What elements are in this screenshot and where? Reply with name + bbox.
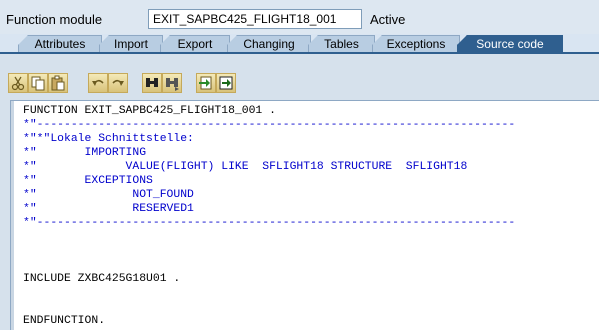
tab-changing[interactable]: Changing (227, 35, 311, 53)
find-next-icon[interactable] (162, 73, 182, 93)
function-module-input[interactable] (148, 9, 362, 29)
tab-strip: Attributes Import Export Changing Tables… (0, 34, 599, 53)
pattern-icon[interactable] (216, 73, 236, 93)
code-line: *" RESERVED1 (23, 203, 194, 215)
code-line: INCLUDE ZXBC425G18U01 . (23, 273, 181, 285)
code-lines: FUNCTION EXIT_SAPBC425_FLIGHT18_001 . *"-… (23, 104, 515, 328)
tab-exceptions[interactable]: Exceptions (372, 35, 460, 53)
code-line: *" EXCEPTIONS (23, 175, 153, 187)
code-line: *" VALUE(FLIGHT) LIKE SFLIGHT18 STRUCTUR… (23, 161, 468, 173)
abap-code-editor[interactable]: FUNCTION EXIT_SAPBC425_FLIGHT18_001 . *"-… (10, 100, 599, 330)
tab-tables[interactable]: Tables (308, 35, 375, 53)
status-label: Active (370, 12, 406, 27)
code-line: *"--------------------------------------… (23, 119, 516, 131)
function-module-label: Function module (6, 12, 103, 27)
tab-export[interactable]: Export (160, 35, 230, 53)
tab-attributes[interactable]: Attributes (18, 35, 102, 53)
header-bar: Function module Active (0, 0, 599, 34)
tab-import[interactable]: Import (99, 35, 163, 53)
insert-statement-icon[interactable] (196, 73, 216, 93)
code-line: *" NOT_FOUND (23, 189, 194, 201)
code-line: ENDFUNCTION. (23, 315, 106, 327)
paste-icon[interactable] (48, 73, 68, 93)
undo-icon[interactable] (88, 73, 108, 93)
redo-icon[interactable] (108, 73, 128, 93)
editor-gutter (11, 101, 14, 330)
tab-source-code[interactable]: Source code (457, 35, 563, 53)
copy-icon[interactable] (28, 73, 48, 93)
code-line: *" IMPORTING (23, 147, 147, 159)
find-icon[interactable] (142, 73, 162, 93)
code-line: *"--------------------------------------… (23, 217, 516, 229)
cut-icon[interactable] (8, 73, 28, 93)
code-line: FUNCTION EXIT_SAPBC425_FLIGHT18_001 . (23, 105, 276, 117)
code-line: *"*"Lokale Schnittstelle: (23, 133, 194, 145)
